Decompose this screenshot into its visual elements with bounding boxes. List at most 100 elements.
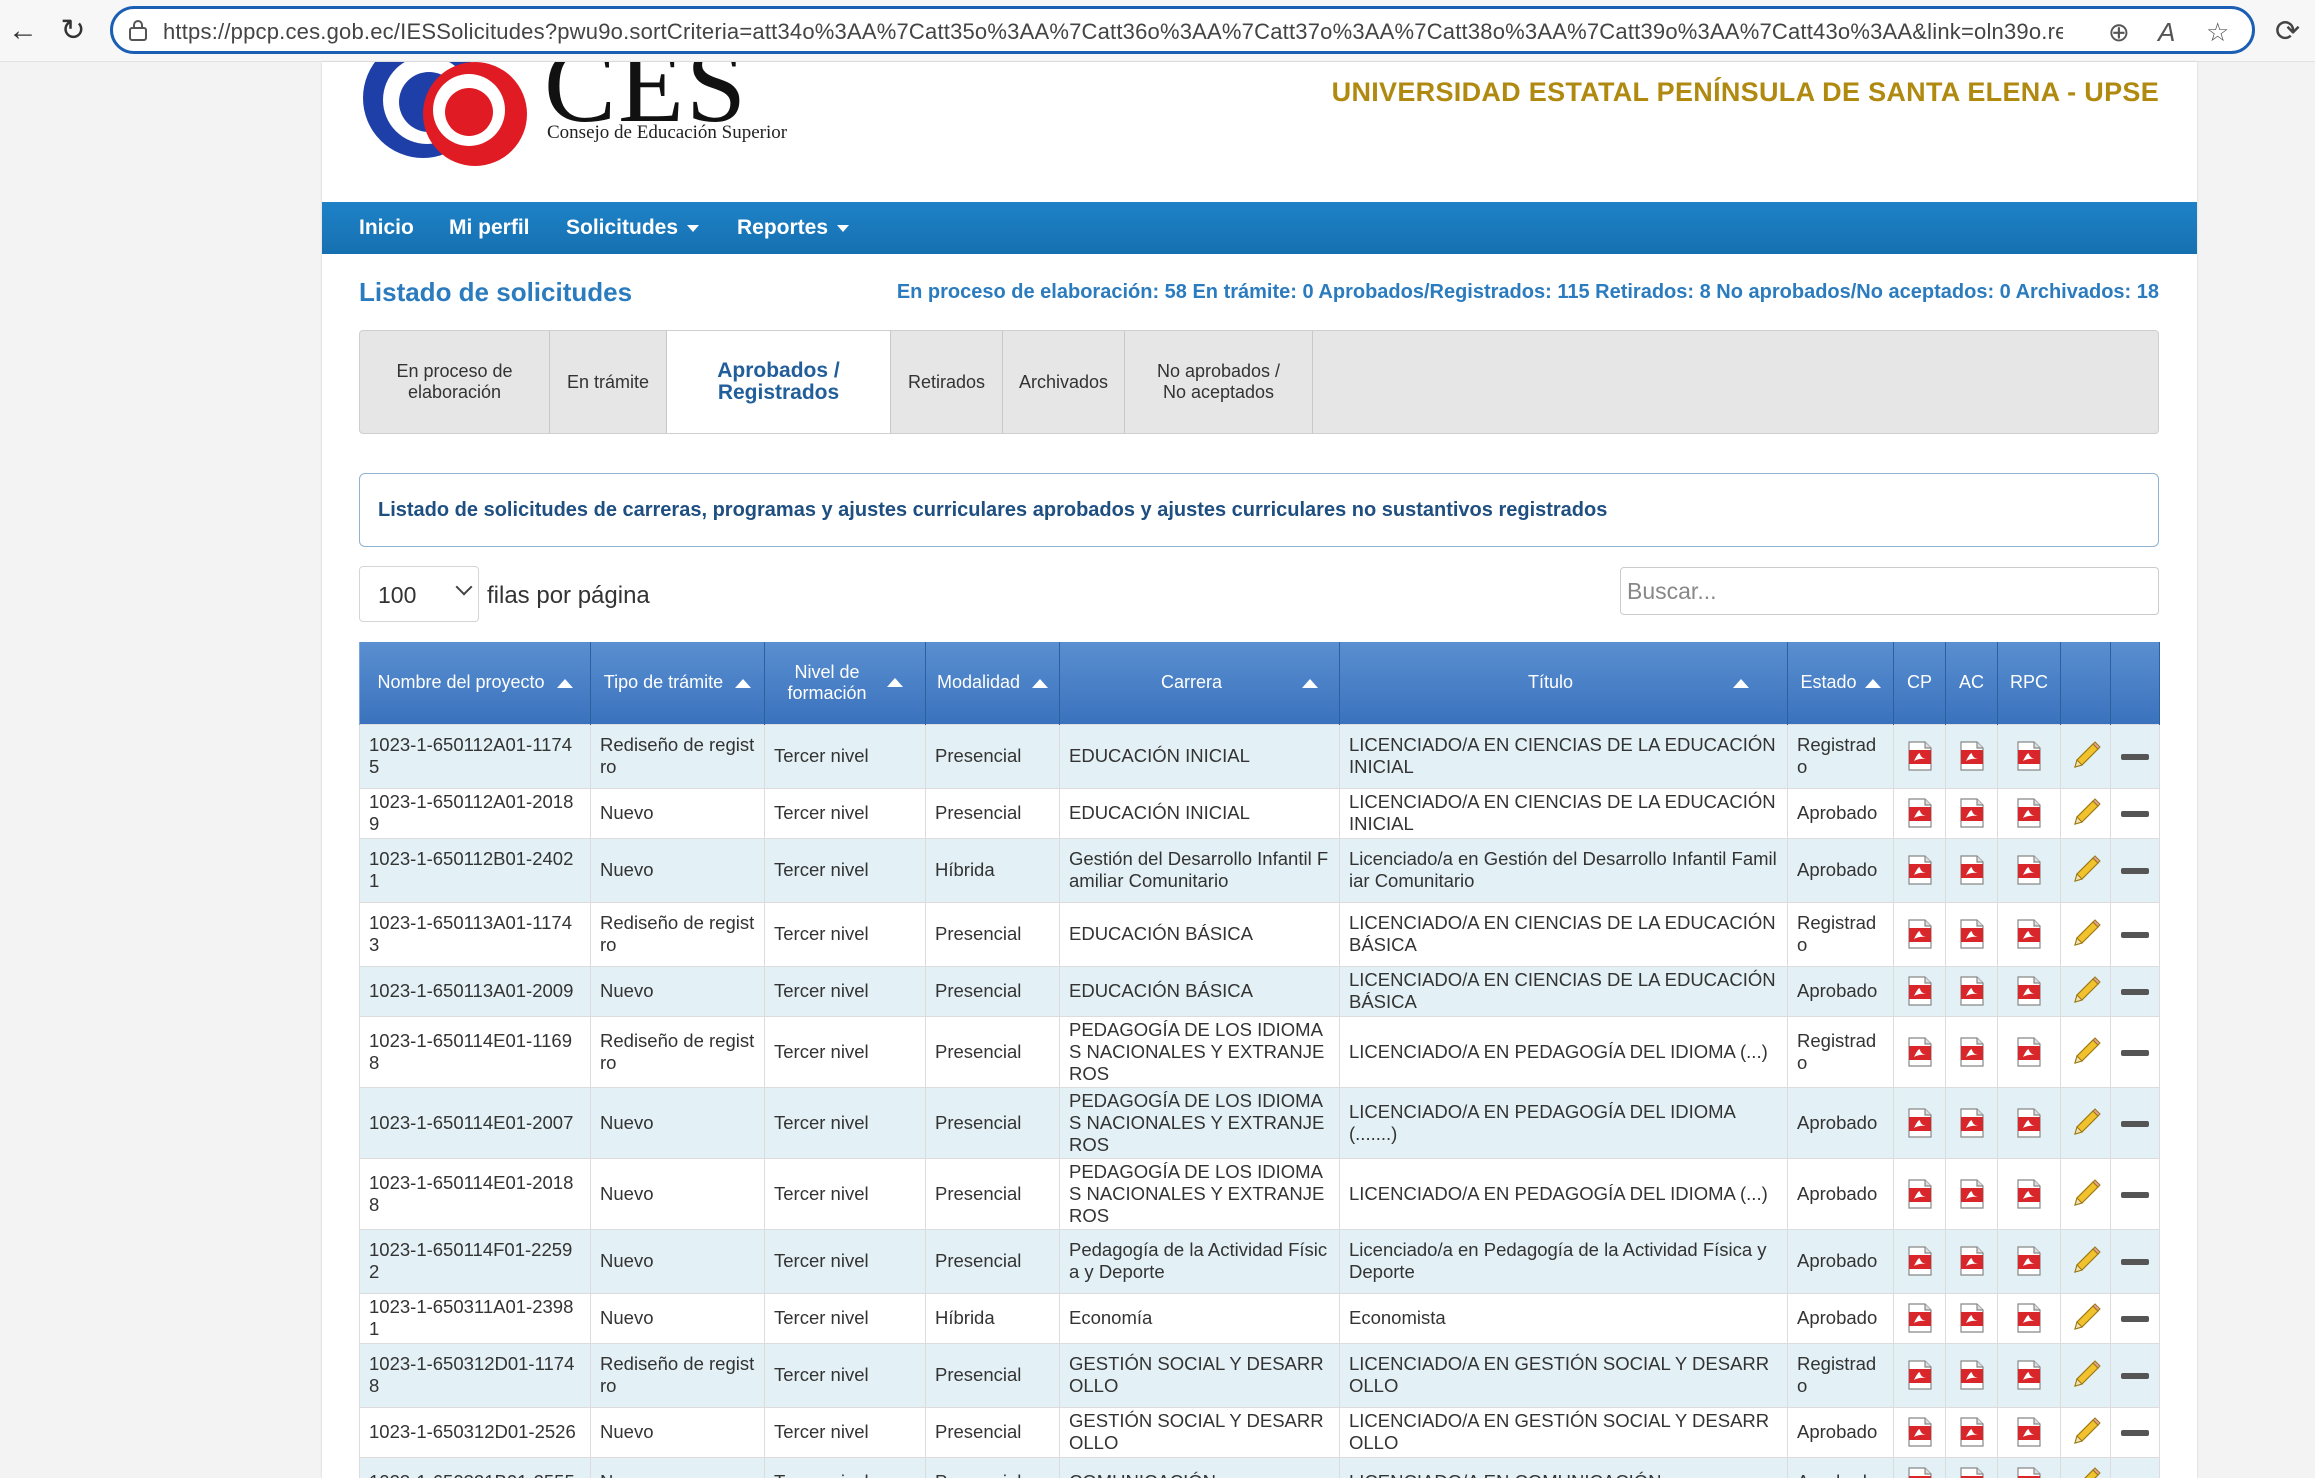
- rpc-pdf-icon[interactable]: [2016, 1178, 2042, 1209]
- ac-pdf-icon[interactable]: [1959, 919, 1985, 949]
- edit-pencil-icon[interactable]: [2069, 855, 2103, 882]
- ac-pdf-icon[interactable]: [1959, 741, 1985, 771]
- col-estado[interactable]: Estado: [1787, 642, 1894, 724]
- read-aloud-icon[interactable]: A: [2158, 17, 2175, 47]
- tab-aprobados-registrados[interactable]: Aprobados / Registrados: [666, 331, 891, 433]
- ac-pdf-icon[interactable]: [1959, 1036, 1985, 1067]
- tab-archivados[interactable]: Archivados: [1003, 331, 1125, 433]
- site-info-icon[interactable]: [127, 18, 149, 42]
- rpc-pdf-icon[interactable]: [2016, 1036, 2042, 1067]
- cp-pdf-icon[interactable]: [1907, 919, 1933, 949]
- cell-estado: Aprobado: [1787, 787, 1894, 839]
- edit-pencil-icon[interactable]: [2069, 976, 2103, 1003]
- rpc-pdf-icon[interactable]: [2016, 1417, 2042, 1447]
- cell-rpc: [1997, 787, 2061, 839]
- edit-pencil-icon[interactable]: [2069, 1360, 2103, 1387]
- edit-pencil-icon[interactable]: [2069, 1107, 2103, 1135]
- minus-icon[interactable]: [2121, 868, 2149, 875]
- ac-pdf-icon[interactable]: [1959, 1178, 1985, 1209]
- cp-pdf-icon[interactable]: [1907, 1107, 1933, 1138]
- rpc-pdf-icon[interactable]: [2016, 1360, 2042, 1390]
- rpc-pdf-icon[interactable]: [2016, 1303, 2042, 1333]
- edit-pencil-icon[interactable]: [2069, 1303, 2103, 1330]
- cp-pdf-icon[interactable]: [1907, 1246, 1933, 1276]
- ac-pdf-icon[interactable]: [1959, 1107, 1985, 1138]
- ac-pdf-icon[interactable]: [1959, 1360, 1985, 1390]
- cp-pdf-icon[interactable]: [1907, 1360, 1933, 1390]
- col-nivel-formacion[interactable]: Nivel de formación: [764, 642, 926, 724]
- minus-icon[interactable]: [2121, 811, 2149, 818]
- cell-remove: [2110, 723, 2160, 789]
- ac-pdf-icon[interactable]: [1959, 976, 1985, 1006]
- tab-no-aprobados[interactable]: No aprobados / No aceptados: [1125, 331, 1313, 433]
- search-input[interactable]: [1620, 567, 2159, 615]
- nav-inicio[interactable]: Inicio: [359, 216, 414, 240]
- rpc-pdf-icon[interactable]: [2016, 1107, 2042, 1138]
- favorite-star-icon[interactable]: ☆: [2206, 17, 2229, 47]
- edit-pencil-icon[interactable]: [2069, 1178, 2103, 1206]
- col-carrera[interactable]: Carrera: [1059, 642, 1340, 724]
- rpc-pdf-icon[interactable]: [2016, 855, 2042, 885]
- cp-pdf-icon[interactable]: [1907, 976, 1933, 1006]
- col-tipo-tramite[interactable]: Tipo de trámite: [590, 642, 765, 724]
- cp-pdf-icon[interactable]: [1907, 855, 1933, 885]
- minus-icon[interactable]: [2121, 1259, 2149, 1266]
- cp-pdf-icon[interactable]: [1907, 798, 1933, 828]
- rpc-pdf-icon[interactable]: [2016, 798, 2042, 828]
- cp-pdf-icon[interactable]: [1907, 1303, 1933, 1333]
- tab-en-proceso[interactable]: En proceso de elaboración: [360, 331, 550, 433]
- minus-icon[interactable]: [2121, 1430, 2149, 1437]
- minus-icon[interactable]: [2121, 1120, 2149, 1127]
- cell-edit: [2060, 1406, 2111, 1458]
- edit-pencil-icon[interactable]: [2069, 1467, 2103, 1478]
- zoom-icon[interactable]: ⊕: [2108, 17, 2130, 47]
- cp-pdf-icon[interactable]: [1907, 1417, 1933, 1447]
- nav-solicitudes[interactable]: Solicitudes: [566, 216, 700, 240]
- cp-pdf-icon[interactable]: [1907, 741, 1933, 771]
- extension-icon[interactable]: ⟳: [2275, 14, 2300, 49]
- url-text[interactable]: https://ppcp.ces.gob.ec/IESSolicitudes?p…: [163, 19, 2063, 45]
- ac-pdf-icon[interactable]: [1959, 855, 1985, 885]
- university-name: UNIVERSIDAD ESTATAL PENÍNSULA DE SANTA E…: [1331, 77, 2159, 107]
- minus-icon[interactable]: [2121, 989, 2149, 996]
- rpc-pdf-icon[interactable]: [2016, 976, 2042, 1006]
- cp-pdf-icon[interactable]: [1907, 1178, 1933, 1209]
- tab-en-tramite[interactable]: En trámite: [550, 331, 667, 433]
- ces-logo-icon[interactable]: [357, 62, 537, 192]
- minus-icon[interactable]: [2121, 1049, 2149, 1056]
- rpc-pdf-icon[interactable]: [2016, 1467, 2042, 1478]
- tab-retirados[interactable]: Retirados: [891, 331, 1003, 433]
- rpc-pdf-icon[interactable]: [2016, 741, 2042, 771]
- ac-pdf-icon[interactable]: [1959, 798, 1985, 828]
- ac-pdf-icon[interactable]: [1959, 1246, 1985, 1276]
- cell-carrera: EDUCACIÓN INICIAL: [1059, 787, 1340, 839]
- col-nombre-proyecto[interactable]: Nombre del proyecto: [359, 642, 591, 724]
- minus-icon[interactable]: [2121, 754, 2149, 761]
- nav-mi-perfil[interactable]: Mi perfil: [449, 216, 530, 240]
- rpc-pdf-icon[interactable]: [2016, 919, 2042, 949]
- edit-pencil-icon[interactable]: [2069, 1246, 2103, 1273]
- minus-icon[interactable]: [2121, 932, 2149, 939]
- ac-pdf-icon[interactable]: [1959, 1467, 1985, 1478]
- minus-icon[interactable]: [2121, 1373, 2149, 1380]
- back-arrow-icon[interactable]: ←: [4, 12, 42, 50]
- edit-pencil-icon[interactable]: [2069, 798, 2103, 825]
- refresh-icon[interactable]: ↻: [54, 12, 92, 50]
- edit-pencil-icon[interactable]: [2069, 1417, 2103, 1444]
- rows-per-page-select[interactable]: 100: [359, 566, 479, 622]
- ac-pdf-icon[interactable]: [1959, 1303, 1985, 1333]
- edit-pencil-icon[interactable]: [2069, 1036, 2103, 1064]
- col-modalidad[interactable]: Modalidad: [925, 642, 1060, 724]
- edit-pencil-icon[interactable]: [2069, 919, 2103, 946]
- minus-icon[interactable]: [2121, 1191, 2149, 1198]
- rpc-pdf-icon[interactable]: [2016, 1246, 2042, 1276]
- edit-pencil-icon[interactable]: [2069, 741, 2103, 768]
- col-titulo[interactable]: Título: [1339, 642, 1788, 724]
- minus-icon[interactable]: [2121, 1316, 2149, 1323]
- ac-pdf-icon[interactable]: [1959, 1417, 1985, 1447]
- cp-pdf-icon[interactable]: [1907, 1467, 1933, 1478]
- address-bar[interactable]: https://ppcp.ces.gob.ec/IESSolicitudes?p…: [110, 6, 2255, 54]
- cell-ac: [1945, 837, 1998, 903]
- nav-reportes[interactable]: Reportes: [737, 216, 850, 240]
- cp-pdf-icon[interactable]: [1907, 1036, 1933, 1067]
